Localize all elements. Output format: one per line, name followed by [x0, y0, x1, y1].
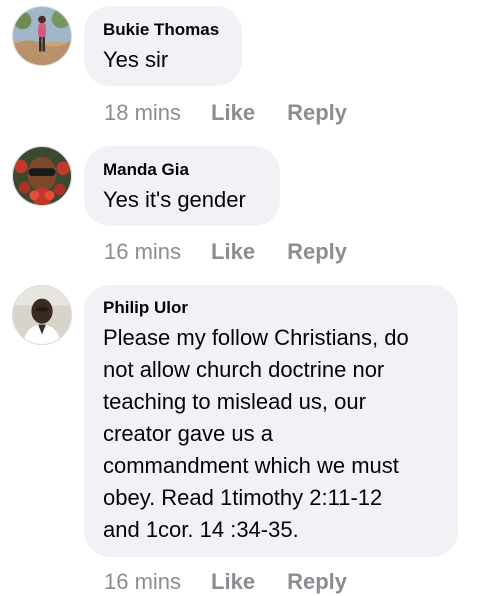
avatar[interactable]	[12, 146, 72, 206]
comment-timestamp[interactable]: 16 mins	[104, 238, 181, 266]
avatar-photo-icon	[13, 286, 71, 344]
comment-actions: 16 mins Like Reply	[104, 238, 347, 266]
comment-author[interactable]: Philip Ulor	[103, 298, 438, 318]
like-button[interactable]: Like	[211, 568, 255, 596]
reply-button[interactable]: Reply	[287, 568, 347, 596]
comment-actions: 16 mins Like Reply	[104, 568, 347, 596]
avatar-photo-icon	[13, 7, 71, 65]
comment: Manda Gia Yes it's gender 16 mins Like Rep…	[0, 140, 480, 270]
comment-actions: 18 mins Like Reply	[104, 99, 347, 127]
avatar-photo-icon	[13, 147, 71, 205]
comment-bubble: Manda Gia Yes it's gender	[84, 146, 280, 226]
reply-button[interactable]: Reply	[287, 238, 347, 266]
avatar[interactable]	[12, 285, 72, 345]
avatar[interactable]	[12, 6, 72, 66]
like-button[interactable]: Like	[211, 238, 255, 266]
comment-text: Yes sir	[103, 47, 169, 72]
comment-author[interactable]: Manda Gia	[103, 160, 260, 180]
comment-author[interactable]: Bukie Thomas	[103, 20, 222, 40]
reply-button[interactable]: Reply	[287, 99, 347, 127]
comment-timestamp[interactable]: 16 mins	[104, 568, 181, 596]
comment-text: Yes it's gender	[103, 187, 246, 212]
comment-bubble: Philip Ulor Please my follow Christians,…	[84, 285, 458, 557]
comment: Bukie Thomas Yes sir 18 mins Like Reply	[0, 0, 480, 130]
like-button[interactable]: Like	[211, 99, 255, 127]
comment: Philip Ulor Please my follow Christians,…	[0, 280, 480, 596]
comment-text: Please my follow Christians, do not allo…	[103, 325, 409, 542]
comment-bubble: Bukie Thomas Yes sir	[84, 6, 242, 86]
comment-timestamp[interactable]: 18 mins	[104, 99, 181, 127]
